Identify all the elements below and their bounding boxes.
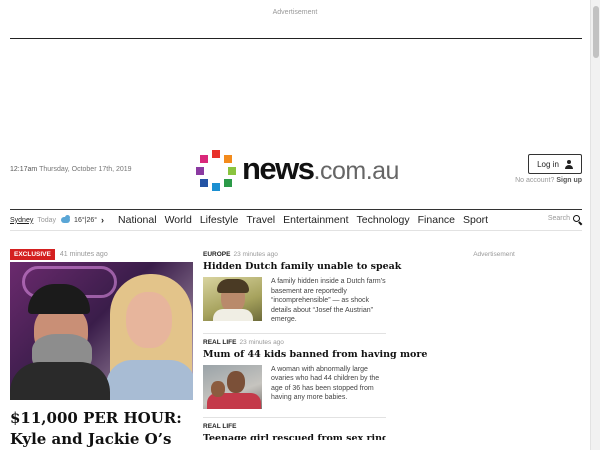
story-section: REAL LIFE — [203, 422, 237, 430]
logo-dot — [212, 150, 220, 158]
logo-tld: .com.au — [313, 157, 400, 185]
current-time: 12:17am — [10, 166, 38, 173]
page: Advertisement 12:17am Thursday, October … — [0, 0, 600, 450]
scrollbar[interactable] — [590, 0, 600, 450]
story-thumbnail[interactable] — [203, 277, 262, 321]
nav-item-finance[interactable]: Finance — [418, 214, 455, 226]
login-button[interactable]: Log in — [528, 154, 582, 174]
logo-dot — [224, 179, 232, 187]
story-summary: A family hidden inside a Dutch farm’s ba… — [271, 278, 386, 323]
weather-temps: 16°|26° — [74, 216, 98, 224]
story-body: A family hidden inside a Dutch farm’s ba… — [203, 277, 386, 325]
nav-links: National World Lifestyle Travel Entertai… — [118, 214, 488, 226]
login-label: Log in — [537, 159, 559, 169]
nav-item-travel[interactable]: Travel — [246, 214, 275, 226]
scrollbar-thumb[interactable] — [593, 6, 599, 58]
feature-meta: EXCLUSIVE 41 minutes ago — [10, 249, 193, 260]
partly-cloudy-icon — [60, 214, 72, 225]
story-kicker: REAL LIFE 23 minutes ago — [203, 339, 386, 346]
logo-dot — [212, 183, 220, 191]
exclusive-badge: EXCLUSIVE — [10, 249, 55, 260]
story-thumbnail[interactable] — [203, 364, 262, 409]
story-timeago: 23 minutes ago — [239, 338, 284, 346]
search-label[interactable]: Search — [548, 215, 570, 222]
story-kicker: REAL LIFE — [203, 423, 386, 430]
story-headline[interactable]: Mum of 44 kids banned from having more — [203, 349, 427, 361]
divider — [203, 332, 386, 334]
advertisement-label: Advertisement — [272, 9, 318, 16]
feature-headline[interactable]: $11,000 PER HOUR: Kyle and Jackie O’s ‘a… — [10, 408, 193, 450]
no-account-prompt: No account? Sign up — [480, 177, 582, 184]
list-item[interactable]: EUROPE 23 minutes ago Hidden Dutch family… — [203, 251, 401, 325]
feature-image[interactable] — [10, 262, 193, 400]
weather-city-link[interactable]: Sydney — [10, 217, 33, 224]
logo-dot — [200, 179, 208, 187]
no-account-text: No account? — [515, 177, 555, 184]
logo-dots-icon — [196, 150, 236, 191]
signup-link[interactable]: Sign up — [556, 177, 582, 184]
chevron-right-icon[interactable]: › — [101, 215, 104, 225]
logo-dot — [224, 155, 232, 163]
current-date: Thursday, October 17th, 2019 — [39, 166, 132, 173]
logo-dot — [196, 167, 204, 175]
user-icon — [564, 159, 573, 169]
logo-dot — [228, 167, 236, 175]
divider — [203, 416, 386, 418]
nav-item-world[interactable]: World — [165, 214, 192, 226]
list-item[interactable]: REAL LIFE Teenage girl rescued from sex … — [203, 423, 386, 440]
date-time: 12:17am Thursday, October 17th, 2019 — [10, 166, 132, 173]
story-headline[interactable]: Teenage girl rescued from sex ring disc — [203, 433, 386, 440]
feature-timeago: 41 minutes ago — [59, 251, 108, 258]
story-headline[interactable]: Hidden Dutch family unable to speak — [203, 261, 401, 273]
story-list: EUROPE 23 minutes ago Hidden Dutch family… — [203, 251, 427, 440]
logo-main: news — [242, 151, 315, 186]
logo-wordmark: news.com.au — [242, 151, 399, 189]
nav-item-entertainment[interactable]: Entertainment — [283, 214, 348, 226]
feature-story[interactable]: EXCLUSIVE 41 minutes ago $11,000 PER HOU… — [10, 249, 193, 450]
news-logo[interactable]: news.com.au — [196, 148, 401, 192]
advertisement-label: Advertisement — [473, 251, 515, 258]
story-kicker: EUROPE 23 minutes ago — [203, 251, 386, 258]
story-body: A woman with abnormally large ovaries wh… — [203, 364, 386, 409]
nav-item-sport[interactable]: Sport — [463, 214, 488, 226]
story-timeago: 23 minutes ago — [233, 251, 278, 258]
story-section: EUROPE — [203, 251, 231, 258]
nav-item-lifestyle[interactable]: Lifestyle — [200, 214, 239, 226]
nav-item-technology[interactable]: Technology — [357, 214, 410, 226]
weather-today-label: Today — [37, 216, 57, 224]
logo-dot — [200, 155, 208, 163]
search-icon[interactable] — [573, 215, 582, 224]
list-item[interactable]: REAL LIFE 23 minutes ago Mum of 44 kids b… — [203, 339, 427, 409]
story-section: REAL LIFE — [203, 338, 237, 346]
story-summary: A woman with abnormally large ovaries wh… — [271, 365, 380, 402]
main-nav: Sydney Today 16°|26° › National World Li… — [10, 209, 582, 231]
nav-item-national[interactable]: National — [118, 214, 157, 226]
divider — [10, 38, 582, 39]
